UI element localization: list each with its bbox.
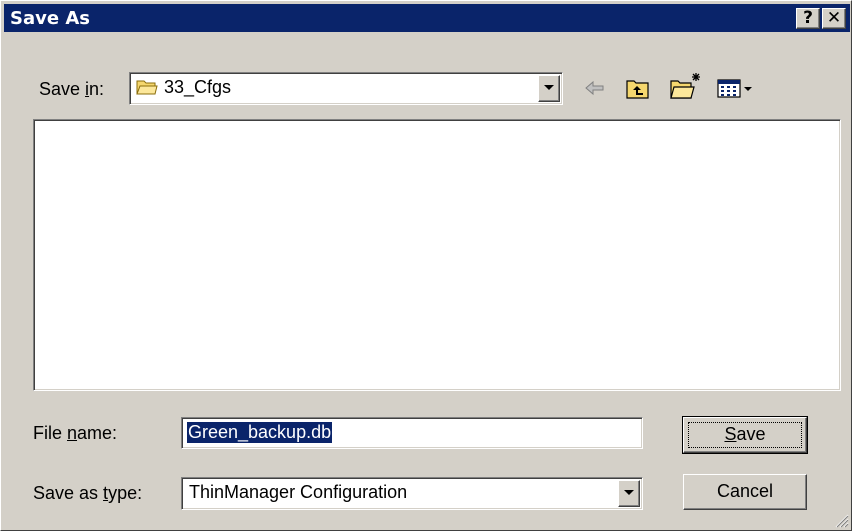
file-list-view[interactable] [33,119,841,391]
save-button[interactable]: Save [682,416,808,454]
folder-icon [136,80,158,95]
chevron-down-icon [624,490,634,495]
save-as-type-dropdown[interactable]: ThinManager Configuration [181,477,643,510]
save-in-dropdown-button[interactable] [538,75,560,102]
back-arrow-icon[interactable] [583,77,607,99]
file-name-value: Green_backup.db [187,422,333,443]
save-in-dropdown[interactable]: 33_Cfgs [129,72,563,105]
save-as-type-dropdown-button[interactable] [618,480,640,507]
save-in-value: 33_Cfgs [164,77,232,97]
up-one-level-icon[interactable] [625,77,651,101]
view-menu-icon[interactable] [717,78,755,100]
chevron-down-icon [544,85,554,90]
close-button[interactable]: ✕ [822,8,846,29]
cancel-button-label: Cancel [716,481,774,501]
resize-grip-icon[interactable] [833,512,849,528]
title-bar[interactable]: Save As ? ✕ [4,4,850,32]
cancel-button[interactable]: Cancel [683,474,807,510]
window-title: Save As [10,8,90,29]
save-as-dialog: Save As ? ✕ Save in: 33_Cfgs File name: … [0,0,852,531]
help-button[interactable]: ? [796,8,820,29]
save-button-label: Save [724,424,766,444]
new-folder-icon[interactable] [669,71,703,101]
save-in-label: Save in: [39,79,105,99]
file-name-input[interactable]: Green_backup.db [181,417,643,449]
file-name-label: File name: [33,423,118,443]
save-as-type-value: ThinManager Configuration [189,482,408,502]
save-as-type-label: Save as type: [33,483,143,503]
